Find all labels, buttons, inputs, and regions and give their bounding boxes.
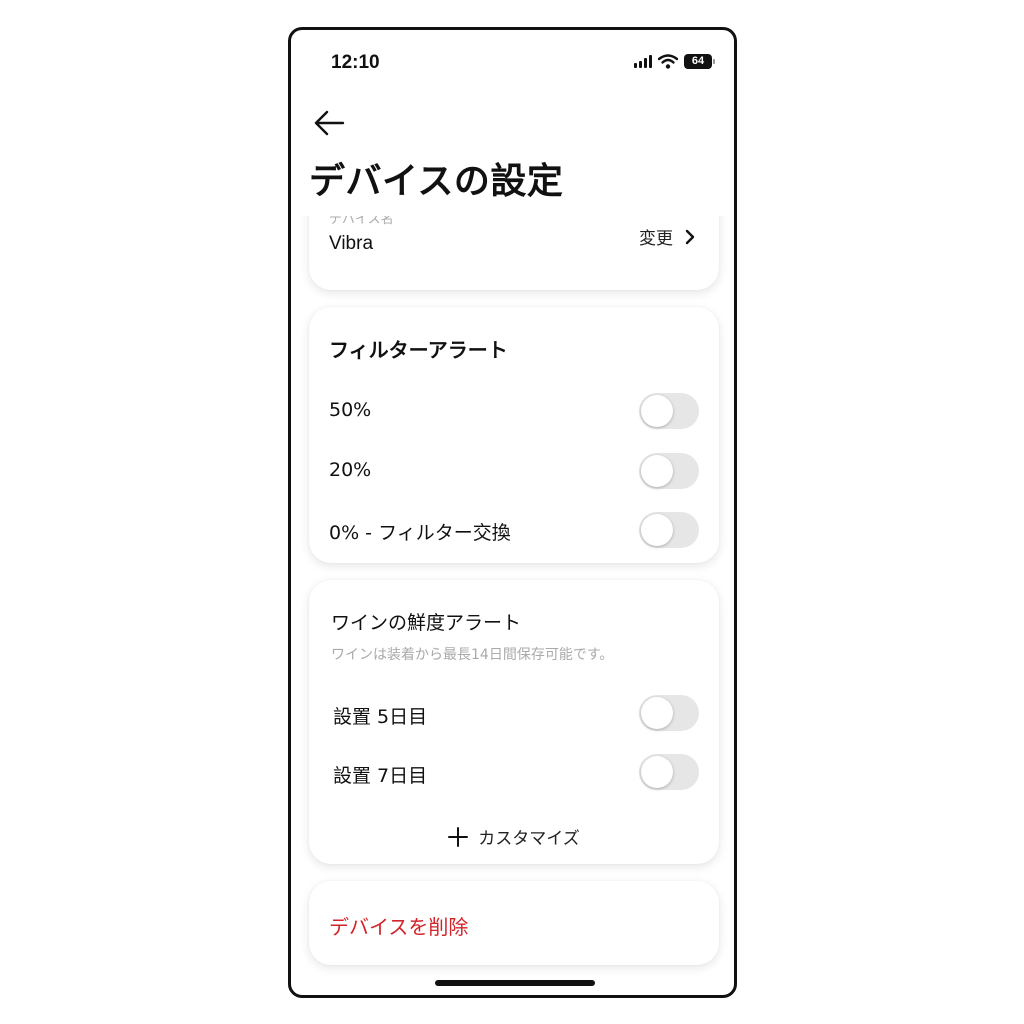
wine-day7-toggle[interactable] <box>639 754 699 790</box>
status-bar: 12:10 64 <box>291 30 734 90</box>
status-time: 12:10 <box>331 52 380 73</box>
change-name-button[interactable]: 変更 <box>639 224 695 249</box>
device-name-value: Vibra <box>329 233 374 254</box>
wine-freshness-card: ワインの鮮度アラート ワインは装着から最長14日間保存可能です。 設置 5日目 … <box>309 580 719 864</box>
home-indicator[interactable] <box>435 980 595 986</box>
filter-alert-title: フィルターアラート <box>329 338 508 362</box>
toggle-knob <box>641 514 673 546</box>
filter-alert-card: フィルターアラート 50% 20% 0% - フィルター交換 <box>309 307 719 563</box>
battery-icon: 64 <box>684 54 715 69</box>
wifi-icon <box>658 54 678 69</box>
status-icons: 64 <box>634 54 715 69</box>
wine-day5-toggle[interactable] <box>639 695 699 731</box>
customize-label: カスタマイズ <box>478 829 580 849</box>
wine-row-label: 設置 5日目 <box>333 706 428 728</box>
toggle-knob <box>641 455 673 487</box>
toggle-knob <box>641 395 673 427</box>
wine-freshness-title: ワインの鮮度アラート <box>331 612 522 634</box>
plus-icon <box>448 826 469 847</box>
device-name-card: デバイス名 Vibra 変更 <box>309 216 719 290</box>
delete-device-label: デバイスを削除 <box>329 915 469 939</box>
filter-50-toggle[interactable] <box>639 393 699 429</box>
wine-row-label: 設置 7日目 <box>333 765 428 787</box>
phone-screen: 12:10 64 デバイスの設定 デバイス名 Vibra 変更 フィルターアラー… <box>288 27 737 998</box>
delete-device-button[interactable]: デバイスを削除 <box>309 881 719 965</box>
change-label: 変更 <box>639 229 673 249</box>
filter-row-label: 50% <box>329 399 372 421</box>
filter-row-label: 0% - フィルター交換 <box>329 522 511 544</box>
signal-icon <box>634 55 652 68</box>
settings-list[interactable]: デバイス名 Vibra 変更 フィルターアラート 50% 20% 0% - フィ… <box>291 216 734 976</box>
device-name-caption: デバイス名 <box>329 216 394 227</box>
wine-freshness-description: ワインは装着から最長14日間保存可能です。 <box>331 647 614 663</box>
toggle-knob <box>641 697 673 729</box>
filter-0-toggle[interactable] <box>639 512 699 548</box>
page-title: デバイスの設定 <box>309 161 564 202</box>
toggle-knob <box>641 756 673 788</box>
customize-button[interactable]: カスタマイズ <box>309 824 719 849</box>
back-arrow-icon[interactable] <box>311 108 347 138</box>
filter-row-label: 20% <box>329 459 372 481</box>
chevron-right-icon <box>685 229 695 244</box>
filter-20-toggle[interactable] <box>639 453 699 489</box>
